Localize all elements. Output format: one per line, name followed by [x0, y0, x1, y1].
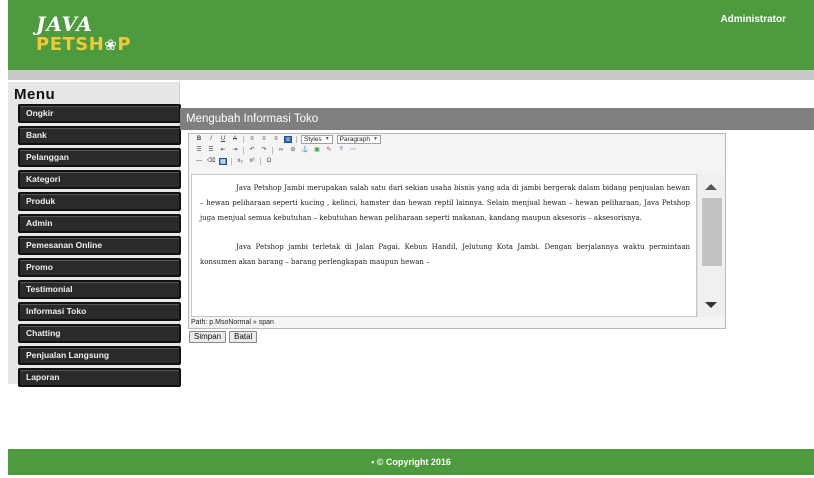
toolbar-divider [243, 147, 244, 154]
logo-line1: JAVA [36, 12, 94, 36]
toolbar-divider [243, 136, 244, 143]
scrollbar-thumb[interactable] [702, 198, 722, 266]
horizontal-rule-icon[interactable]: — [195, 158, 203, 165]
rich-text-editor: B I U A ≡ ≡ ≡ ≡ Styles ▼ Paragraph ▼ ☰ ☰ ⇤… [188, 133, 726, 329]
editor-paragraph-1: Java Petshop Jambi merupakan salah satu … [200, 184, 690, 222]
scroll-up-arrow-icon[interactable] [705, 184, 717, 190]
editor-path-bar: Path: p.MsoNormal » span [191, 319, 274, 326]
toolbar-divider [272, 147, 273, 154]
align-left-icon[interactable]: ≡ [248, 136, 256, 143]
outdent-icon[interactable]: ⇤ [219, 147, 227, 154]
redo-icon[interactable]: ↷ [260, 147, 268, 154]
editor-toolbar-row-2: ☰ ☰ ⇤ ⇥ ↶ ↷ ∞ ⊘ ⚓ ▣ ✎ ? ⋯ [189, 145, 725, 156]
code-icon[interactable]: ⋯ [349, 147, 357, 154]
unlink-icon[interactable]: ⊘ [289, 147, 297, 154]
admin-label[interactable]: Administrator [720, 14, 786, 25]
align-center-icon[interactable]: ≡ [260, 136, 268, 143]
menu-title: Menu [14, 86, 56, 103]
save-button[interactable]: Simpan [189, 331, 227, 343]
menu-list: Ongkir Bank Pelanggan Kategori Produk Ad… [8, 104, 181, 387]
underline-icon[interactable]: U [219, 136, 227, 143]
form-buttons: Simpan Batal [189, 331, 258, 343]
anchor-icon[interactable]: ⚓ [301, 147, 309, 154]
header-strip [8, 70, 814, 80]
sidebar-item-pelanggan[interactable]: Pelanggan [18, 148, 181, 167]
sidebar-item-pemesanan-online[interactable]: Pemesanan Online [18, 236, 181, 255]
logo-line2-right: P [117, 34, 132, 55]
toolbar-divider [260, 158, 261, 165]
bold-icon[interactable]: B [195, 136, 203, 143]
editor-content-area[interactable]: Java Petshop Jambi merupakan salah satu … [191, 174, 697, 317]
chevron-down-icon: ▼ [373, 136, 378, 142]
help-icon[interactable]: ? [337, 147, 345, 154]
indent-icon[interactable]: ⇥ [231, 147, 239, 154]
cleanup-icon[interactable]: ✎ [325, 147, 333, 154]
logo-line2: PETSH❀P [36, 34, 131, 56]
sidebar-item-penjualan-langsung[interactable]: Penjualan Langsung [18, 346, 181, 365]
styles-select[interactable]: Styles ▼ [301, 135, 333, 144]
remove-format-icon[interactable]: ⌫ [207, 158, 215, 165]
numbered-list-icon[interactable]: ☰ [207, 147, 215, 154]
sidebar-item-ongkir[interactable]: Ongkir [18, 104, 181, 123]
sidebar-item-laporan[interactable]: Laporan [18, 368, 181, 387]
sidebar-item-chatting[interactable]: Chatting [18, 324, 181, 343]
scroll-down-arrow-icon[interactable] [705, 302, 717, 308]
subscript-icon[interactable]: x₂ [236, 158, 244, 165]
editor-toolbar-row-3: — ⌫ ▦ x₂ x² Ω [189, 156, 725, 167]
special-char-icon[interactable]: Ω [265, 158, 273, 165]
sidebar-item-promo[interactable]: Promo [18, 258, 181, 277]
logo-line2-left: PETSH [36, 34, 105, 55]
footer: • © Copyright 2016 [8, 449, 814, 475]
page-title: Mengubah Informasi Toko [180, 108, 814, 130]
image-icon[interactable]: ▣ [313, 147, 321, 154]
bullet-list-icon[interactable]: ☰ [195, 147, 203, 154]
cancel-button[interactable]: Batal [229, 331, 258, 343]
sidebar-item-admin[interactable]: Admin [18, 214, 181, 233]
styles-select-value: Styles [304, 136, 322, 143]
header: JAVA PETSH❀P Administrator [8, 0, 814, 70]
paw-icon: ❀ [104, 36, 118, 54]
page: JAVA PETSH❀P Administrator Menu Ongkir B… [0, 0, 814, 478]
align-justify-icon[interactable]: ≡ [284, 136, 292, 143]
undo-icon[interactable]: ↶ [248, 147, 256, 154]
visual-aid-icon[interactable]: ▦ [219, 158, 227, 165]
toolbar-divider [296, 136, 297, 143]
sidebar-item-bank[interactable]: Bank [18, 126, 181, 145]
paragraph-select-value: Paragraph [339, 136, 371, 143]
editor-scrollbar[interactable] [697, 174, 724, 317]
align-right-icon[interactable]: ≡ [272, 136, 280, 143]
sidebar-item-testimonial[interactable]: Testimonial [18, 280, 181, 299]
paragraph-select[interactable]: Paragraph ▼ [336, 135, 381, 144]
sidebar-item-informasi-toko[interactable]: Informasi Toko [18, 302, 181, 321]
sidebar: Menu Ongkir Bank Pelanggan Kategori Prod… [8, 82, 181, 387]
strikethrough-icon[interactable]: A [231, 136, 239, 143]
superscript-icon[interactable]: x² [248, 158, 256, 165]
sidebar-item-kategori[interactable]: Kategori [18, 170, 181, 189]
editor-paragraph-2: Java Petshop jambi terletak di Jalan Pag… [200, 243, 690, 266]
logo[interactable]: JAVA PETSH❀P [36, 14, 131, 56]
sidebar-item-produk[interactable]: Produk [18, 192, 181, 211]
chevron-down-icon: ▼ [324, 136, 330, 142]
toolbar-divider [231, 158, 232, 165]
link-icon[interactable]: ∞ [277, 147, 285, 154]
editor-toolbar-row-1: B I U A ≡ ≡ ≡ ≡ Styles ▼ Paragraph ▼ [189, 134, 725, 145]
italic-icon[interactable]: I [207, 136, 215, 143]
